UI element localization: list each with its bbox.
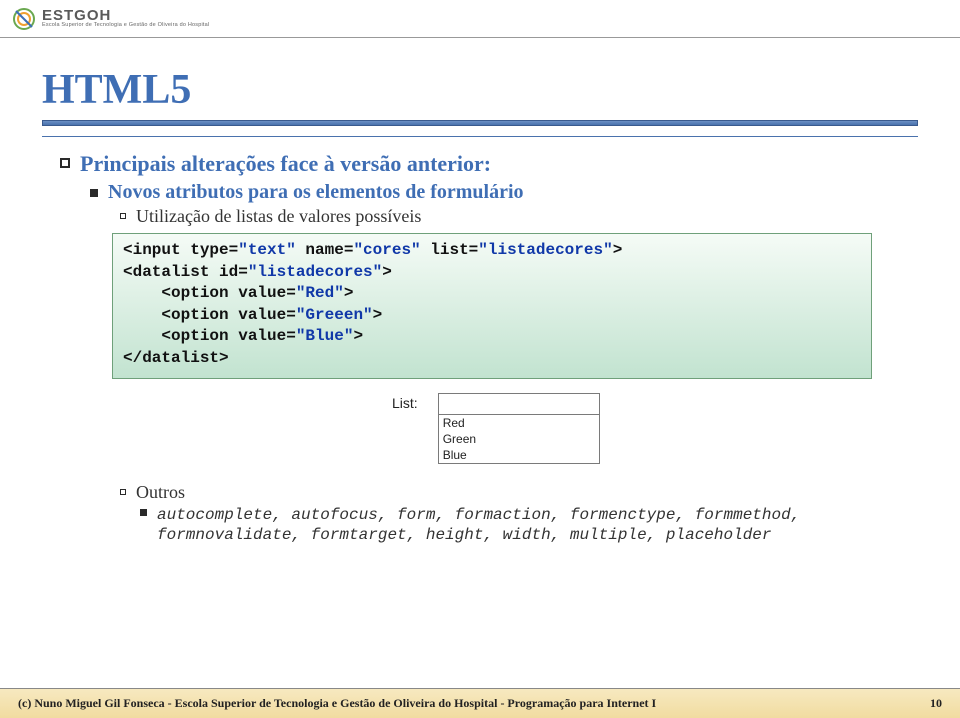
datalist-demo: List: Red Green Blue (392, 393, 918, 464)
demo-option[interactable]: Blue (439, 447, 599, 463)
bullet-icon (120, 489, 126, 495)
logo-mark-icon (12, 7, 36, 31)
footer-text: (c) Nuno Miguel Gil Fonseca - Escola Sup… (18, 696, 656, 711)
slide-header: ESTGOH Escola Superior de Tecnologia e G… (0, 0, 960, 38)
logo-subtitle: Escola Superior de Tecnologia e Gestão d… (42, 23, 209, 29)
slide-title: HTML5 (42, 66, 918, 114)
logo-name: ESTGOH (42, 8, 209, 23)
title-underline (42, 120, 918, 126)
outros-detail: autocomplete, autofocus, form, formactio… (157, 505, 877, 547)
demo-option[interactable]: Red (439, 415, 599, 431)
bullet-level-3: Utilização de listas de valores possívei… (120, 206, 918, 227)
bullet-level-1: Principais alterações face à versão ante… (60, 151, 918, 181)
slide-footer: (c) Nuno Miguel Gil Fonseca - Escola Sup… (0, 688, 960, 718)
bullet-2-text: Novos atributos para os elementos de for… (108, 181, 524, 204)
bullet-icon (90, 189, 98, 197)
bullet-icon (140, 509, 147, 516)
bullet-outros: Outros (120, 482, 918, 503)
bullet-outros-detail: autocomplete, autofocus, form, formactio… (140, 503, 918, 547)
demo-input[interactable] (438, 393, 600, 415)
bullet-icon (60, 158, 70, 168)
logo: ESTGOH Escola Superior de Tecnologia e G… (12, 7, 209, 31)
demo-dropdown[interactable]: Red Green Blue (438, 415, 600, 464)
code-example: <input type="text" name="cores" list="li… (112, 233, 872, 379)
slide-body: HTML5 Principais alterações face à versã… (0, 38, 960, 546)
bullet-3-text: Utilização de listas de valores possívei… (136, 206, 421, 227)
outros-label: Outros (136, 482, 185, 503)
demo-option[interactable]: Green (439, 431, 599, 447)
demo-label: List: (392, 393, 418, 411)
page-number: 10 (930, 696, 942, 711)
bullet-icon (120, 213, 126, 219)
bullet-level-2: Novos atributos para os elementos de for… (90, 181, 918, 206)
bullet-1-text: Principais alterações face à versão ante… (80, 151, 491, 177)
title-thin-line (42, 136, 918, 137)
